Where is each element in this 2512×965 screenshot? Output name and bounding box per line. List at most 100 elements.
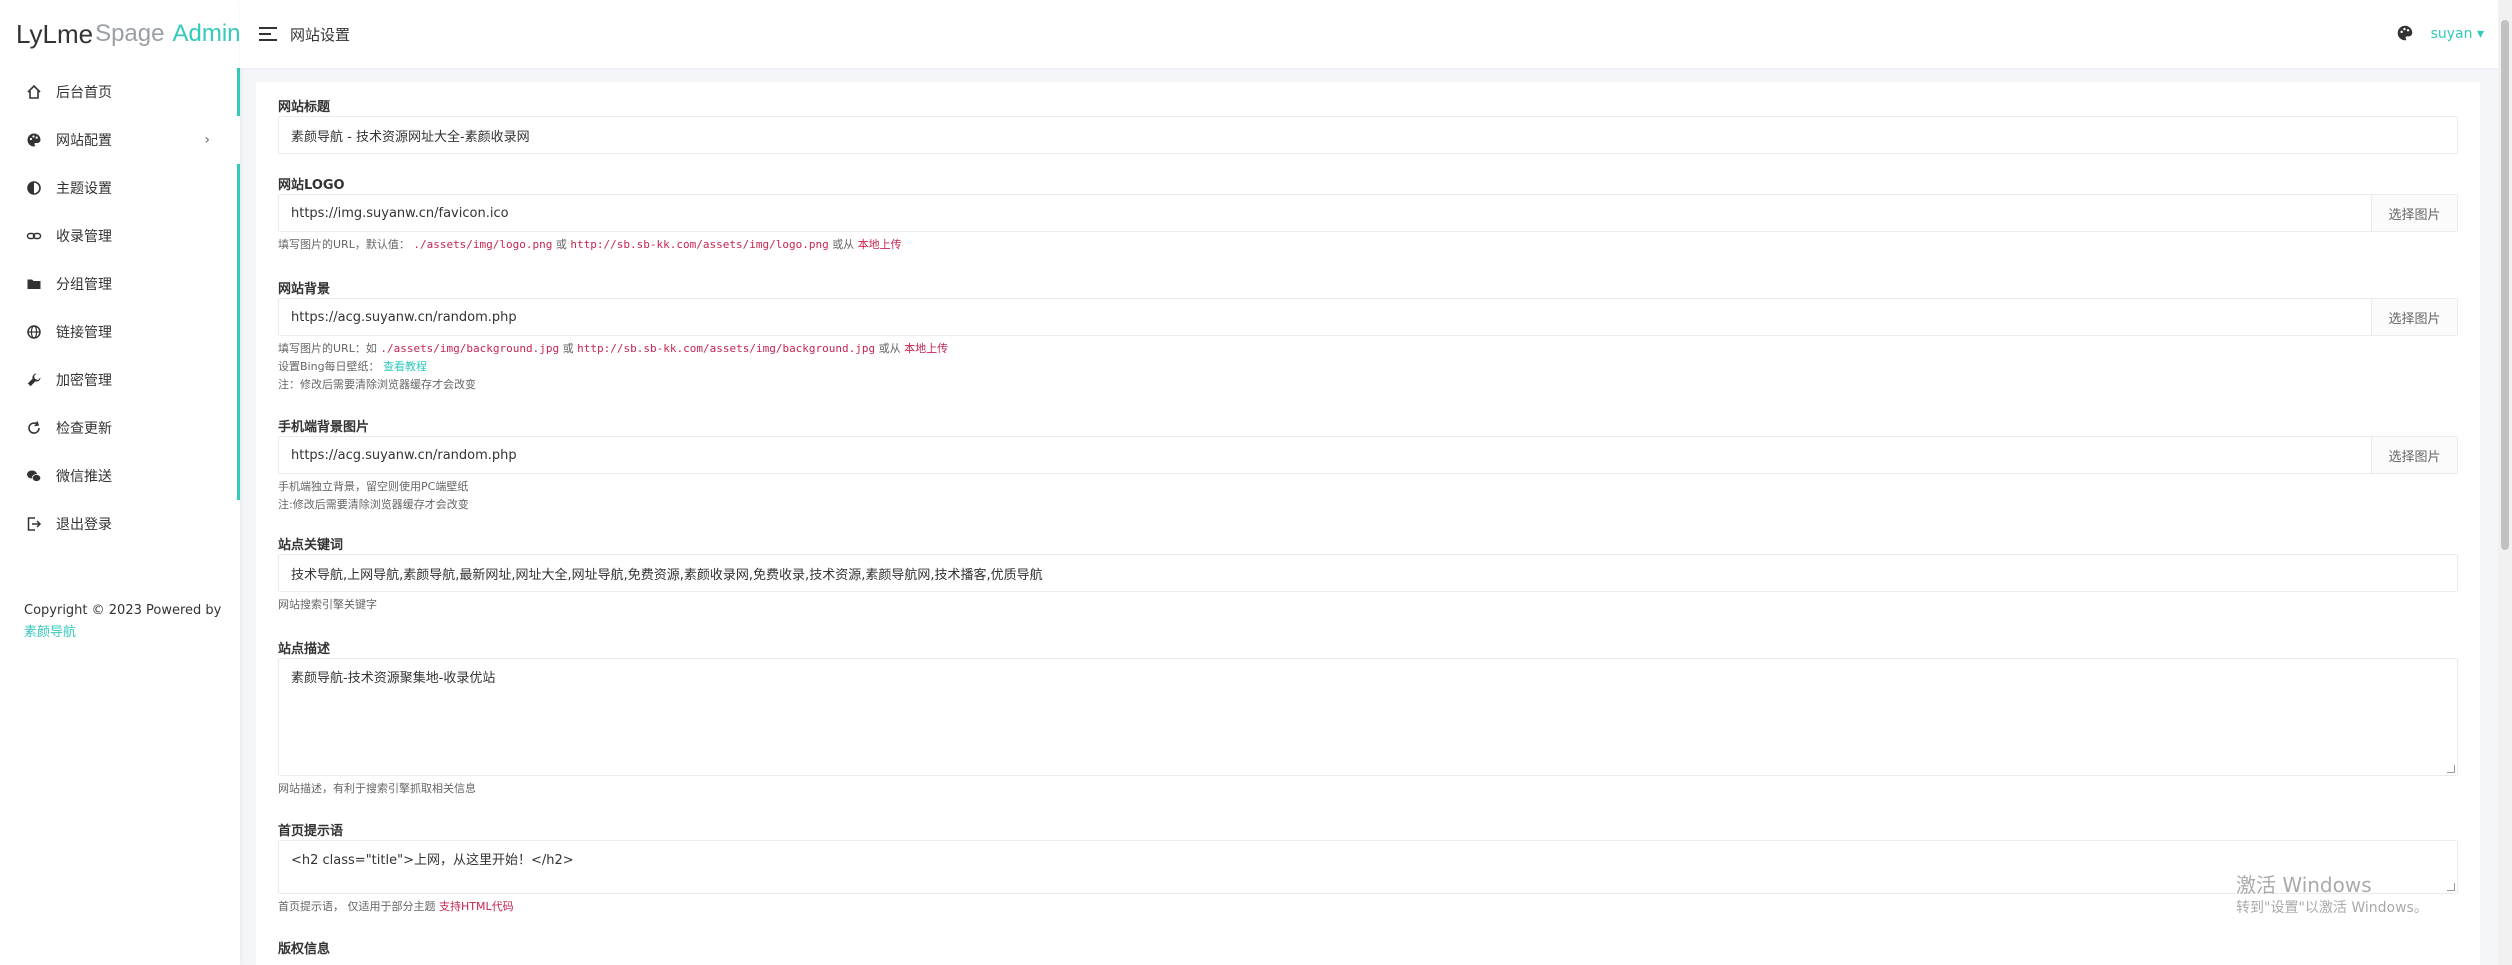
sidebar-item-logout[interactable]: 退出登录 [0, 500, 240, 548]
background-select-image-button[interactable]: 选择图片 [2371, 299, 2457, 335]
sidebar-item-label: 微信推送 [56, 469, 112, 485]
site-title-value: 素颜导航 - 技术资源网址大全-素颜收录网 [291, 129, 530, 145]
folder-icon [24, 274, 44, 294]
help-text: 或从 [832, 238, 855, 251]
description-textarea[interactable]: 素颜导航-技术资源聚集地-收录优站 [278, 658, 2458, 776]
background-local-upload-link[interactable]: 本地上传 [904, 342, 948, 355]
user-menu[interactable]: suyan ▾ [2431, 26, 2484, 42]
site-title-label: 网站标题 [278, 100, 331, 115]
help-text: 填写图片的URL：如 [278, 342, 377, 355]
sidebar: LyLme Spage Admin 后台首页 网站配置 › 主题设置 收录管理 … [0, 0, 241, 965]
help-code: http://sb.sb-kk.com/assets/img/backgroun… [577, 342, 876, 355]
wechat-icon [24, 466, 44, 486]
menu-toggle-icon[interactable] [258, 24, 278, 44]
help-text: 或从 [878, 342, 901, 355]
mobile-background-input[interactable]: https://acg.suyanw.cn/random.php [279, 448, 2371, 463]
copyright-label: 版权信息 [278, 942, 331, 957]
site-background-input-group: https://acg.suyanw.cn/random.php 选择图片 [278, 298, 2458, 336]
home-tip-textarea[interactable]: <h2 class="title">上网，从这里开始！</h2> [278, 840, 2458, 894]
keywords-value: 技术导航,上网导航,素颜导航,最新网址,网址大全,网址导航,免费资源,素颜收录网… [291, 567, 1043, 583]
scrollbar-thumb[interactable] [2501, 20, 2509, 550]
description-help: 网站描述，有利于搜索引擎抓取相关信息 [278, 782, 476, 795]
home-tip-group: 首页提示语 <h2 class="title">上网，从这里开始！</h2> 首… [278, 820, 2458, 916]
site-background-input[interactable]: https://acg.suyanw.cn/random.php [279, 310, 2371, 325]
theme-palette-icon[interactable] [2396, 24, 2416, 44]
sidebar-accent [237, 164, 240, 500]
sidebar-item-links[interactable]: 链接管理 [0, 308, 240, 356]
keywords-input[interactable]: 技术导航,上网导航,素颜导航,最新网址,网址大全,网址导航,免费资源,素颜收录网… [278, 554, 2458, 592]
site-title-input[interactable]: 素颜导航 - 技术资源网址大全-素颜收录网 [278, 116, 2458, 154]
html-support-note: 支持HTML代码 [439, 900, 514, 913]
sidebar-item-label: 退出登录 [56, 517, 112, 533]
logo-text-lylme: LyLme [16, 18, 94, 49]
site-logo-input[interactable]: https://img.suyanw.cn/favicon.ico [279, 206, 2371, 221]
sidebar-item-site-config[interactable]: 网站配置 › [0, 116, 240, 164]
keywords-help: 网站搜索引擎关键字 [278, 598, 377, 611]
help-text: 或 [555, 238, 567, 251]
help-note: 注：修改后需要清除浏览器缓存才会改变 [278, 378, 476, 391]
help-text: 填写图片的URL，默认值： [278, 238, 410, 251]
help-text: 手机端独立背景，留空则使用PC端壁纸 [278, 480, 469, 493]
copyright-group: 版权信息 [278, 938, 2458, 958]
sidebar-item-groups[interactable]: 分组管理 [0, 260, 240, 308]
top-header: 网站设置 suyan ▾ [240, 0, 2512, 68]
sidebar-copyright: Copyright © 2023 Powered by 素颜导航 [24, 600, 221, 644]
mobile-background-label: 手机端背景图片 [278, 420, 370, 435]
help-code: ./assets/img/background.jpg [380, 342, 560, 355]
site-logo-label: 网站LOGO [278, 178, 345, 193]
sidebar-item-wechat-push[interactable]: 微信推送 [0, 452, 240, 500]
sidebar-item-label: 链接管理 [56, 325, 112, 341]
page-scrollbar[interactable] [2498, 0, 2512, 965]
site-logo-input-group: https://img.suyanw.cn/favicon.ico 选择图片 [278, 194, 2458, 232]
sidebar-menu: 后台首页 网站配置 › 主题设置 收录管理 分组管理 链接管理 加密管理 检查更… [0, 68, 240, 548]
description-group: 站点描述 素颜导航-技术资源聚集地-收录优站 网站描述，有利于搜索引擎抓取相关信… [278, 638, 2458, 798]
mobile-background-help: 手机端独立背景，留空则使用PC端壁纸 注:修改后需要清除浏览器缓存才会改变 [278, 478, 2458, 514]
page-title: 网站设置 [290, 26, 351, 44]
sidebar-item-label: 后台首页 [56, 85, 112, 101]
settings-form-card: 网站标题 素颜导航 - 技术资源网址大全-素颜收录网 网站LOGO https:… [256, 82, 2480, 965]
mobile-background-group: 手机端背景图片 https://acg.suyanw.cn/random.php… [278, 416, 2458, 514]
copyright-link[interactable]: 素颜导航 [24, 622, 221, 644]
refresh-icon [24, 418, 44, 438]
sidebar-item-encryption[interactable]: 加密管理 [0, 356, 240, 404]
logo-text-spage: Spage [95, 20, 165, 47]
logo-local-upload-link[interactable]: 本地上传 [858, 238, 902, 251]
sidebar-item-dashboard[interactable]: 后台首页 [0, 68, 240, 116]
app-logo[interactable]: LyLme Spage Admin [0, 0, 241, 68]
description-label: 站点描述 [278, 642, 331, 657]
home-tip-help: 首页提示语， 仅适用于部分主题 支持HTML代码 [278, 898, 2458, 916]
mobile-background-input-group: https://acg.suyanw.cn/random.php 选择图片 [278, 436, 2458, 474]
sidebar-item-label: 加密管理 [56, 373, 112, 389]
sidebar-item-label: 收录管理 [56, 229, 112, 245]
resize-handle-icon[interactable] [2447, 883, 2455, 891]
mobile-select-image-button[interactable]: 选择图片 [2371, 437, 2457, 473]
chevron-right-icon: › [204, 132, 210, 148]
sidebar-item-theme-settings[interactable]: 主题设置 [0, 164, 240, 212]
site-title-group: 网站标题 素颜导航 - 技术资源网址大全-素颜收录网 [278, 96, 2458, 154]
site-logo-group: 网站LOGO https://img.suyanw.cn/favicon.ico… [278, 174, 2458, 254]
wrench-icon [24, 370, 44, 390]
logout-icon [24, 514, 44, 534]
sidebar-item-label: 主题设置 [56, 181, 112, 197]
watermark-title: 激活 Windows [2236, 873, 2372, 897]
resize-handle-icon[interactable] [2447, 765, 2455, 773]
help-text: 首页提示语， 仅适用于部分主题 [278, 900, 436, 913]
watermark-subtitle: 转到"设置"以激活 Windows。 [2236, 900, 2428, 916]
home-icon [24, 82, 44, 102]
help-text: 设置Bing每日壁纸： [278, 360, 380, 373]
sidebar-item-check-update[interactable]: 检查更新 [0, 404, 240, 452]
site-logo-help: 填写图片的URL，默认值： ./assets/img/logo.png 或 ht… [278, 236, 2458, 254]
help-code: http://sb.sb-kk.com/assets/img/logo.png [570, 238, 829, 251]
logo-text-admin: Admin [172, 20, 241, 47]
logo-select-image-button[interactable]: 选择图片 [2371, 195, 2457, 231]
home-tip-value: <h2 class="title">上网，从这里开始！</h2> [291, 853, 574, 868]
copyright-text: Copyright © 2023 Powered by [24, 603, 222, 618]
keywords-label: 站点关键词 [278, 538, 344, 553]
bing-tutorial-link[interactable]: 查看教程 [383, 360, 427, 373]
contrast-icon [24, 178, 44, 198]
windows-activation-watermark: 激活 Windows 转到"设置"以激活 Windows。 [2236, 872, 2428, 918]
sidebar-accent [237, 68, 240, 116]
palette-icon [24, 130, 44, 150]
help-text: 或 [562, 342, 574, 355]
sidebar-item-submissions[interactable]: 收录管理 [0, 212, 240, 260]
